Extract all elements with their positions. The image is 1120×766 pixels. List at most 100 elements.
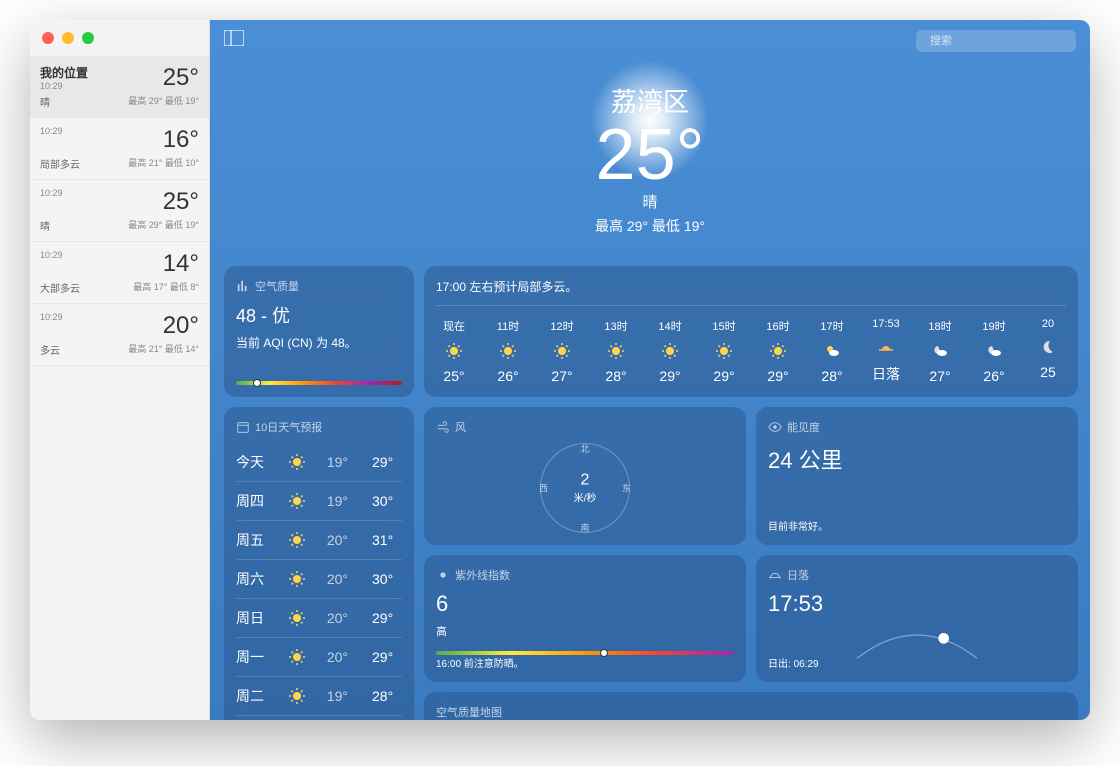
hour-label: 17时 xyxy=(820,318,843,334)
loc-name: 我的位置 xyxy=(40,64,88,81)
current-weather: 荔湾区 25° 晴 最高 29° 最低 19° xyxy=(210,62,1090,266)
sunrise-info: 日出: 06:29 xyxy=(768,655,819,670)
sun-icon xyxy=(436,568,450,582)
maximize-button[interactable] xyxy=(82,32,94,44)
weather-icon xyxy=(553,342,571,360)
visibility-title: 能见度 xyxy=(787,419,820,435)
sunset-card[interactable]: 日落 17:53 日出: 06:29 xyxy=(756,555,1078,682)
weather-icon xyxy=(931,342,949,360)
day-low: 20° xyxy=(318,610,348,626)
uv-card[interactable]: 紫外线指数 6 高 16:00 前注意防晒。 xyxy=(424,555,746,682)
daily-row[interactable]: 周日20°29° xyxy=(236,599,402,638)
uv-title: 紫外线指数 xyxy=(455,567,510,583)
search-input[interactable] xyxy=(930,35,1072,47)
hour-label: 13时 xyxy=(604,318,627,334)
weather-icon xyxy=(288,492,306,510)
sidebar-toggle-icon[interactable] xyxy=(224,30,244,46)
weather-icon xyxy=(823,342,841,360)
aqi-card[interactable]: 空气质量 48 - 优 当前 AQI (CN) 为 48。 xyxy=(224,266,414,397)
hourly-forecast-card[interactable]: 17:00 左右预计局部多云。 现在25°11时26°12时27°13时28°1… xyxy=(424,266,1078,397)
hourly-item: 13时28° xyxy=(598,318,634,384)
weather-icon xyxy=(288,570,306,588)
search-field[interactable] xyxy=(916,30,1076,52)
loc-time: 10:29 xyxy=(40,188,63,198)
weather-icon xyxy=(288,609,306,627)
weather-icon xyxy=(769,342,787,360)
day-name: 今天 xyxy=(236,452,276,472)
minimize-button[interactable] xyxy=(62,32,74,44)
loc-hilo: 最高 17° 最低 8° xyxy=(133,280,199,295)
hourly-item: 15时29° xyxy=(706,318,742,384)
hourly-item: 17:53日落 xyxy=(868,318,904,384)
day-low: 19° xyxy=(318,688,348,704)
loc-time: 10:29 xyxy=(40,312,63,322)
day-name: 周六 xyxy=(236,569,276,589)
wind-card[interactable]: 风 北 南 东 西 2米/秒 xyxy=(424,407,746,545)
aqi-map-card[interactable]: 空气质量地图 天河区 佛山 48 我的位置 xyxy=(424,692,1078,720)
hour-temp: 25 xyxy=(1040,364,1056,380)
day-name: 周二 xyxy=(236,686,276,706)
loc-hilo: 最高 21° 最低 14° xyxy=(128,342,199,357)
hour-temp: 29° xyxy=(659,368,680,384)
map-title: 空气质量地图 xyxy=(436,704,502,720)
calendar-icon xyxy=(236,420,250,434)
weather-icon xyxy=(985,342,1003,360)
visibility-desc: 目前非常好。 xyxy=(768,518,828,533)
hourly-list[interactable]: 现在25°11时26°12时27°13时28°14时29°15时29°16时29… xyxy=(436,318,1066,384)
visibility-card[interactable]: 能见度 24 公里 目前非常好。 xyxy=(756,407,1078,545)
day-high: 30° xyxy=(372,493,402,509)
uv-value: 6 xyxy=(436,591,734,617)
weather-icon xyxy=(607,342,625,360)
day-name: 周五 xyxy=(236,530,276,550)
loc-condition: 晴 xyxy=(40,94,50,109)
daily-row[interactable]: 周六20°30° xyxy=(236,560,402,599)
hour-temp: 29° xyxy=(713,368,734,384)
weather-icon xyxy=(1039,338,1057,356)
aqi-title: 空气质量 xyxy=(255,278,299,294)
current-temp: 25° xyxy=(210,119,1090,191)
location-item[interactable]: 10:2914°大部多云最高 17° 最低 8° xyxy=(30,242,209,304)
weather-icon xyxy=(288,531,306,549)
uv-desc: 16:00 前注意防晒。 xyxy=(436,655,524,670)
daily-row[interactable]: 周三17°28° xyxy=(236,716,402,720)
weather-icon xyxy=(877,338,895,356)
weather-icon xyxy=(288,648,306,666)
main-content: 荔湾区 25° 晴 最高 29° 最低 19° 空气质量 48 - 优 当前 A… xyxy=(210,20,1090,720)
daily-row[interactable]: 周五20°31° xyxy=(236,521,402,560)
location-item[interactable]: 10:2920°多云最高 21° 最低 14° xyxy=(30,304,209,366)
loc-condition: 局部多云 xyxy=(40,156,80,171)
location-item[interactable]: 10:2925°晴最高 29° 最低 19° xyxy=(30,180,209,242)
hour-label: 11时 xyxy=(497,318,519,334)
hourly-item: 14时29° xyxy=(652,318,688,384)
loc-hilo: 最高 29° 最低 19° xyxy=(128,218,199,233)
aqi-icon xyxy=(236,279,250,293)
hour-temp: 27° xyxy=(551,368,572,384)
weather-icon xyxy=(288,687,306,705)
day-low: 20° xyxy=(318,532,348,548)
hour-temp: 26° xyxy=(497,368,518,384)
sunset-title: 日落 xyxy=(787,567,809,583)
weather-icon xyxy=(661,342,679,360)
daily-row[interactable]: 今天19°29° xyxy=(236,443,402,482)
day-high: 29° xyxy=(372,649,402,665)
weather-icon xyxy=(288,453,306,471)
hour-temp: 27° xyxy=(929,368,950,384)
hour-label: 20 xyxy=(1042,318,1054,330)
hourly-desc: 17:00 左右预计局部多云。 xyxy=(436,278,1066,306)
daily-row[interactable]: 周二19°28° xyxy=(236,677,402,716)
location-item[interactable]: 我的位置10:2925°晴最高 29° 最低 19° xyxy=(30,56,209,118)
daily-row[interactable]: 周四19°30° xyxy=(236,482,402,521)
close-button[interactable] xyxy=(42,32,54,44)
loc-time: 10:29 xyxy=(40,126,63,136)
daily-forecast-card[interactable]: 10日天气预报 今天19°29°周四19°30°周五20°31°周六20°30°… xyxy=(224,407,414,720)
loc-time: 10:29 xyxy=(40,81,88,91)
window-controls xyxy=(30,20,209,56)
visibility-value: 24 公里 xyxy=(768,443,1066,475)
hourly-item: 18时27° xyxy=(922,318,958,384)
daily-row[interactable]: 周一20°29° xyxy=(236,638,402,677)
day-name: 周四 xyxy=(236,491,276,511)
day-low: 20° xyxy=(318,571,348,587)
location-item[interactable]: 10:2916°局部多云最高 21° 最低 10° xyxy=(30,118,209,180)
hour-temp: 28° xyxy=(821,368,842,384)
eye-icon xyxy=(768,420,782,434)
